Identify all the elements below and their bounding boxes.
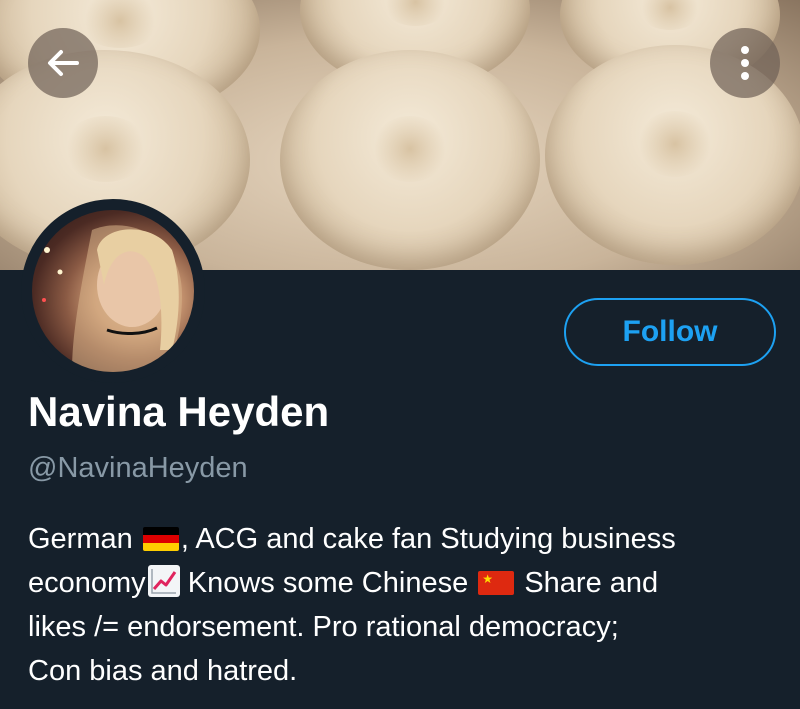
- bio-text: economy: [28, 567, 146, 599]
- bio-line: Con bias and hatred.: [28, 655, 298, 687]
- china-flag-icon: ★: [478, 571, 515, 595]
- profile-handle[interactable]: @NavinaHeyden: [28, 452, 248, 485]
- more-vertical-icon: [741, 46, 749, 80]
- bio-text: , ACG and cake fan Studying business: [180, 523, 676, 555]
- bio-line: German , ACG and cake fan Studying busin…: [28, 517, 778, 561]
- avatar-photo: [42, 225, 182, 372]
- profile-display-name: Navina Heyden: [28, 388, 330, 435]
- avatar[interactable]: [32, 210, 194, 372]
- bio-text: Knows some Chinese: [179, 567, 469, 599]
- profile-bio: German , ACG and cake fan Studying busin…: [28, 517, 778, 693]
- germany-flag-icon: [142, 527, 179, 551]
- bio-line: economy Knows some Chinese ★ Share and: [28, 561, 778, 605]
- bio-text: German: [28, 523, 133, 555]
- banner-bun: [280, 50, 540, 270]
- arrow-left-icon: [48, 50, 79, 76]
- bio-line: likes /= endorsement. Pro rational democ…: [28, 611, 619, 643]
- follow-button[interactable]: Follow: [564, 298, 776, 366]
- chart-increasing-icon: [147, 565, 180, 597]
- back-button[interactable]: [28, 28, 98, 98]
- more-options-button[interactable]: [710, 28, 780, 98]
- bio-text: Share and: [516, 567, 659, 599]
